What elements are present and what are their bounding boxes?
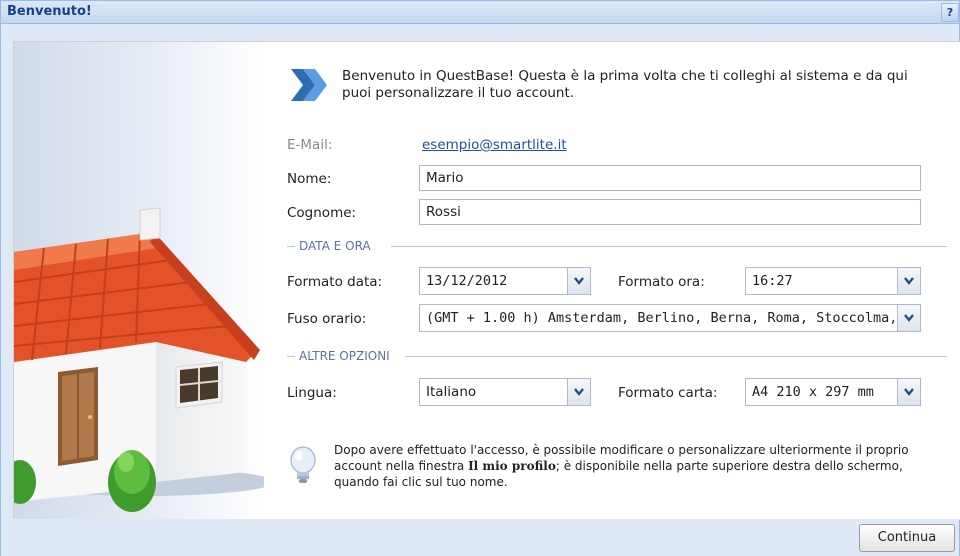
time-format-label: Formato ora: — [618, 274, 705, 290]
time-format-value: 16:27 — [752, 273, 793, 289]
date-format-label: Formato data: — [287, 274, 383, 290]
time-format-select[interactable]: 16:27 — [745, 267, 921, 295]
section-other-options: ALTRE OPZIONI — [287, 349, 947, 363]
email-link[interactable]: esempio@smartlite.it — [422, 137, 567, 153]
language-select[interactable]: Italiano — [419, 378, 591, 406]
chevron-down-icon[interactable] — [897, 379, 920, 405]
section-other-title: ALTRE OPZIONI — [299, 349, 390, 363]
date-format-value: 13/12/2012 — [426, 273, 508, 289]
language-value: Italiano — [426, 384, 477, 400]
chevron-down-icon[interactable] — [897, 268, 920, 294]
chevron-down-icon[interactable] — [567, 268, 590, 294]
paper-format-value: A4 210 x 297 mm — [752, 384, 874, 400]
surname-field[interactable] — [419, 199, 921, 225]
house-icon — [14, 207, 264, 512]
double-chevron-right-icon — [291, 69, 327, 101]
paper-format-label: Formato carta: — [618, 385, 718, 401]
window-titlebar[interactable]: Benvenuto! ? — [1, 1, 959, 24]
timezone-value: (GMT + 1.00 h) Amsterdam, Berlino, Berna… — [426, 310, 894, 326]
intro-text: Benvenuto in QuestBase! Questa è la prim… — [342, 68, 908, 101]
continue-button[interactable]: Continua — [859, 524, 955, 552]
date-format-select[interactable]: 13/12/2012 — [419, 267, 591, 295]
email-label: E-Mail: — [287, 137, 333, 153]
welcome-window: Benvenuto! ? Benvenuto in QuestBase! Que… — [0, 0, 960, 556]
window-title: Benvenuto! — [7, 4, 92, 19]
language-label: Lingua: — [287, 385, 337, 401]
house-illustration — [14, 42, 264, 520]
timezone-label: Fuso orario: — [287, 311, 367, 327]
window-footer: Continua — [1, 519, 959, 556]
surname-label: Cognome: — [287, 205, 357, 221]
timezone-select[interactable]: (GMT + 1.00 h) Amsterdam, Berlino, Berna… — [419, 304, 921, 332]
tip-text: Dopo avere effettuato l'accesso, è possi… — [334, 442, 914, 490]
chevron-down-icon[interactable] — [567, 379, 590, 405]
name-label: Nome: — [287, 171, 332, 187]
name-field[interactable] — [419, 165, 921, 191]
help-button[interactable]: ? — [941, 3, 959, 22]
section-datetime-title: DATA E ORA — [299, 239, 371, 253]
lightbulb-icon — [290, 446, 316, 483]
section-datetime: DATA E ORA — [287, 239, 947, 253]
chevron-down-icon[interactable] — [897, 305, 920, 331]
paper-format-select[interactable]: A4 210 x 297 mm — [745, 378, 921, 406]
tip-profile-bold: Il mio profilo — [468, 459, 556, 473]
